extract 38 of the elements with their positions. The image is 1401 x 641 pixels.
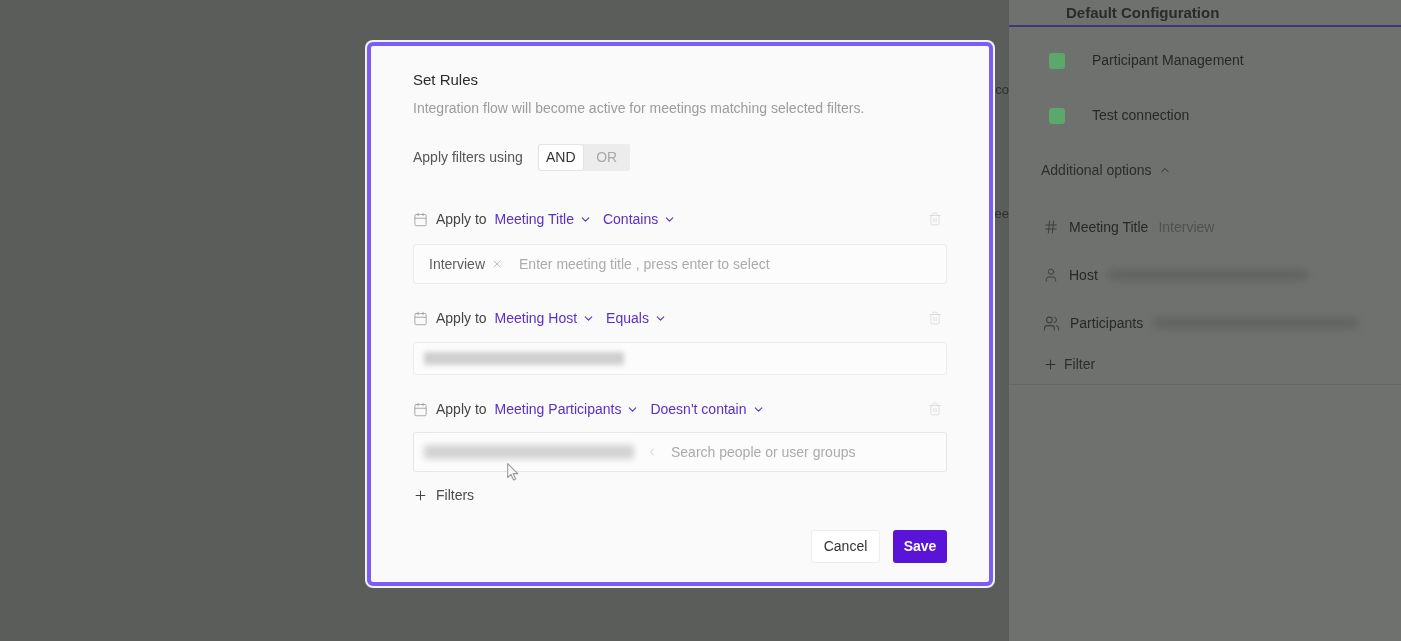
hash-icon [1043, 219, 1059, 235]
delete-icon[interactable] [928, 212, 942, 226]
filter-label: Meeting Title [1069, 217, 1149, 237]
field-dropdown[interactable]: Meeting Host [494, 307, 596, 329]
field-dropdown[interactable]: Meeting Participants [494, 398, 640, 420]
people-filter-field[interactable]: Search people or user groups [413, 432, 947, 472]
user-icon [1043, 267, 1059, 283]
tag-label: Interview [429, 254, 486, 274]
logic-label: Apply filters using [413, 148, 523, 167]
operator-dropdown[interactable]: Doesn't contain [650, 398, 765, 420]
delete-icon[interactable] [928, 311, 942, 325]
field-dropdown[interactable]: Meeting Title [494, 208, 592, 230]
cancel-button[interactable]: Cancel [811, 530, 880, 563]
panel-title: Default Configuration [1066, 3, 1220, 23]
calendar-icon [413, 211, 428, 227]
plus-icon [1043, 356, 1058, 372]
plus-icon [413, 487, 428, 503]
dialog-description: Integration flow will become active for meetings matching selected filters. [413, 99, 866, 118]
cursor-icon [507, 463, 519, 481]
save-button[interactable]: Save [893, 530, 947, 563]
delete-icon[interactable] [928, 402, 942, 416]
rule-prefix: Apply to [436, 399, 487, 419]
title-text-input[interactable]: Enter meeting title , press enter to select [519, 253, 931, 275]
dialog-title: Set Rules [413, 70, 480, 90]
logic-option[interactable]: AND [537, 144, 584, 171]
calendar-icon [413, 401, 428, 417]
rule-prefix: Apply to [436, 308, 487, 328]
people-search-input[interactable]: Search people or user groups [671, 441, 946, 463]
users-icon [1043, 314, 1060, 332]
rule-prefix: Apply to [436, 209, 487, 229]
add-filters-button[interactable]: Filters [413, 484, 475, 506]
operator-dropdown[interactable]: Contains [602, 208, 677, 230]
operator-dropdown[interactable]: Equals [606, 307, 667, 329]
calendar-icon [413, 310, 428, 326]
filter-label: Participants [1070, 313, 1144, 333]
title-filter-field[interactable]: Interview Enter meeting title , press enter to select [413, 244, 947, 284]
host-input[interactable] [413, 342, 947, 375]
filter-label: Host [1069, 265, 1098, 285]
